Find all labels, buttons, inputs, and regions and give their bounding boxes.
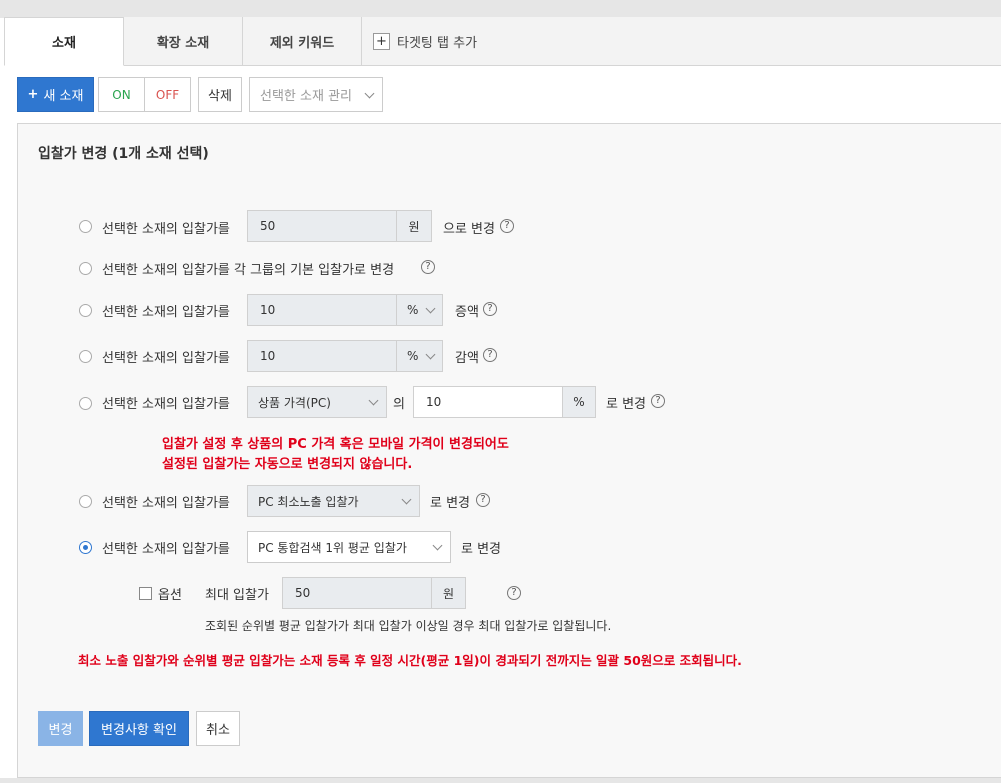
option-7-bid-type-select[interactable]: PC 통합검색 1위 평균 입찰가 [247, 531, 451, 563]
option-radio-5[interactable] [79, 397, 92, 410]
chevron-down-icon [368, 395, 379, 406]
option-5-percent-input[interactable]: 10 [413, 386, 563, 418]
help-icon[interactable]: ? [500, 219, 514, 233]
option-7-suffix: 로 변경 [461, 542, 502, 557]
add-targeting-tab-label: 타겟팅 탭 추가 [397, 35, 478, 51]
option-radio-2[interactable] [79, 262, 92, 275]
option-5-unit: % [562, 386, 596, 418]
option-1-suffix: 으로 변경 [443, 222, 495, 237]
plus-icon: + [27, 87, 39, 102]
option-5-suffix: 로 변경 [606, 397, 647, 412]
cancel-button[interactable]: 취소 [196, 711, 240, 746]
option-1-unit: 원 [396, 210, 432, 242]
option-7-prefix: 선택한 소재의 입찰가를 [102, 542, 230, 557]
option-3-unit-select[interactable]: % [396, 294, 443, 326]
option-3-suffix: 증액 [455, 305, 479, 320]
tab-creatives[interactable]: 소재 [4, 17, 124, 66]
bottom-strip [0, 778, 1001, 783]
option-radio-4[interactable] [79, 350, 92, 363]
option-radio-6[interactable] [79, 495, 92, 508]
help-icon[interactable]: ? [507, 586, 521, 600]
help-icon[interactable]: ? [483, 348, 497, 362]
bottom-warning: 최소 노출 입찰가와 순위별 평균 입찰가는 소재 등록 후 일정 시간(평균 … [78, 653, 742, 668]
plus-icon: + [373, 32, 390, 50]
option-4-prefix: 선택한 소재의 입찰가를 [102, 351, 230, 366]
off-button[interactable]: OFF [145, 78, 190, 111]
top-strip [0, 0, 1001, 18]
option-checkbox[interactable] [139, 587, 152, 600]
option-7-bid-type-label: PC 통합검색 1위 평균 입찰가 [258, 540, 407, 555]
on-off-toggle: ON OFF [98, 77, 191, 112]
price-change-warning-line-2: 설정된 입찰가는 자동으로 변경되지 않습니다. [162, 457, 413, 472]
option-3-prefix: 선택한 소재의 입찰가를 [102, 305, 230, 320]
option-5-prefix: 선택한 소재의 입찰가를 [102, 397, 230, 412]
change-button[interactable]: 변경 [38, 711, 83, 746]
new-creative-label: 새 소재 [43, 89, 84, 104]
option-4-unit-select[interactable]: % [396, 340, 443, 372]
max-bid-unit: 원 [431, 577, 466, 609]
delete-button[interactable]: 삭제 [198, 77, 242, 112]
help-icon[interactable]: ? [421, 260, 435, 274]
tab-bar: 소재 확장 소재 제외 키워드 + 타겟팅 탭 추가 [4, 17, 1001, 66]
max-bid-input[interactable]: 50 [282, 577, 432, 609]
option-6-bid-type-label: PC 최소노출 입찰가 [258, 494, 359, 509]
chevron-down-icon [401, 494, 412, 505]
option-1-prefix: 선택한 소재의 입찰가를 [102, 222, 230, 237]
price-change-warning-line-1: 입찰가 설정 후 상품의 PC 가격 혹은 모바일 가격이 변경되어도 [162, 437, 509, 452]
confirm-changes-button[interactable]: 변경사항 확인 [89, 711, 189, 746]
help-icon[interactable]: ? [476, 493, 490, 507]
option-5-mid: 의 [393, 397, 405, 412]
chevron-down-icon [364, 88, 375, 98]
panel-title: 입찰가 변경 (1개 소재 선택) [38, 146, 209, 162]
option-6-suffix: 로 변경 [430, 496, 471, 511]
option-1-amount-input[interactable]: 50 [247, 210, 397, 242]
option-5-base-select[interactable]: 상품 가격(PC) [247, 386, 387, 418]
add-targeting-tab-button[interactable]: + 타겟팅 탭 추가 [373, 17, 477, 65]
option-4-unit-label: % [407, 349, 419, 363]
option-2-text: 선택한 소재의 입찰가를 각 그룹의 기본 입찰가로 변경 [102, 263, 395, 278]
option-4-suffix: 감액 [455, 351, 479, 366]
option-radio-3[interactable] [79, 304, 92, 317]
max-bid-label: 최대 입찰가 [205, 588, 269, 603]
on-button[interactable]: ON [99, 78, 145, 111]
new-creative-button[interactable]: + 새 소재 [17, 77, 94, 112]
manage-selected-dropdown[interactable]: 선택한 소재 관리 [249, 77, 383, 112]
chevron-down-icon [425, 349, 436, 360]
tab-extensions[interactable]: 확장 소재 [124, 17, 243, 65]
help-icon[interactable]: ? [651, 394, 665, 408]
chevron-down-icon [425, 303, 436, 314]
option-3-amount-input[interactable]: 10 [247, 294, 397, 326]
manage-selected-label: 선택한 소재 관리 [260, 89, 352, 104]
option-6-bid-type-select[interactable]: PC 최소노출 입찰가 [247, 485, 420, 517]
tab-excluded-keywords[interactable]: 제외 키워드 [243, 17, 362, 65]
option-5-base-label: 상품 가격(PC) [258, 395, 331, 410]
option-radio-7[interactable] [79, 541, 92, 554]
help-icon[interactable]: ? [483, 302, 497, 316]
option-3-unit-label: % [407, 303, 419, 317]
chevron-down-icon [432, 540, 443, 551]
option-6-prefix: 선택한 소재의 입찰가를 [102, 496, 230, 511]
option-4-amount-input[interactable]: 10 [247, 340, 397, 372]
option-checkbox-label: 옵션 [158, 588, 182, 603]
max-bid-note: 조회된 순위별 평균 입찰가가 최대 입찰가 이상일 경우 최대 입찰가로 입찰… [205, 619, 612, 633]
option-radio-1[interactable] [79, 220, 92, 233]
